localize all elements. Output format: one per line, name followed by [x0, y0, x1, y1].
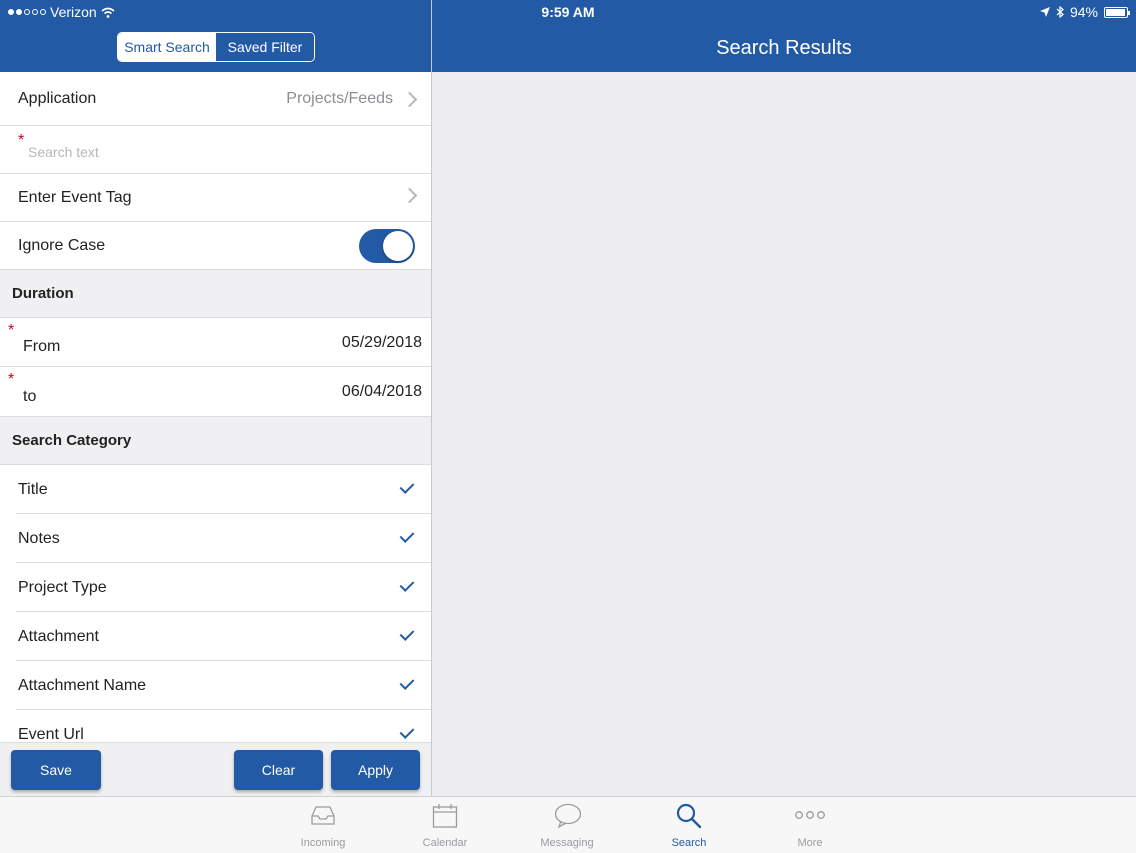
battery-percent: 94%: [1069, 4, 1098, 20]
chevron-right-icon: [401, 187, 418, 204]
from-label: From: [23, 338, 61, 355]
status-bar-right: 94%: [1039, 4, 1130, 20]
category-label: Project Type: [18, 578, 107, 596]
left-navbar: Smart Search Saved Filter: [0, 24, 431, 72]
application-value: Projects/Feeds: [286, 89, 393, 107]
category-label: Attachment: [18, 627, 99, 645]
checkmark-icon: [399, 675, 415, 690]
category-label: Attachment Name: [18, 676, 147, 694]
tab-label: Calendar: [422, 837, 468, 849]
category-label: Event Url: [18, 725, 84, 743]
category-row-project-type[interactable]: Project Type: [0, 563, 431, 612]
chevron-right-icon: [401, 91, 418, 108]
checkmark-icon: [399, 724, 415, 739]
application-label: Application: [18, 89, 97, 107]
duration-section-header: Duration: [0, 270, 431, 318]
inbox-icon: [311, 806, 335, 825]
search-category-title: Search Category: [12, 432, 132, 449]
category-row-title[interactable]: Title: [0, 465, 431, 514]
checkmark-icon: [399, 528, 415, 543]
tab-label: Messaging: [540, 837, 594, 849]
tab-more[interactable]: More: [755, 797, 865, 853]
tab-label: Search: [671, 837, 707, 849]
checkmark-icon: [399, 626, 415, 641]
search-text-input[interactable]: Search text: [28, 144, 99, 160]
category-label: Notes: [18, 529, 60, 547]
search-text-row[interactable]: * Search text: [0, 126, 431, 174]
search-category-section-header: Search Category: [0, 417, 431, 465]
more-dots-icon: [795, 811, 825, 819]
segment-smart-search[interactable]: Smart Search: [118, 33, 216, 61]
category-label: Title: [18, 480, 48, 498]
battery-icon: [1104, 6, 1130, 18]
ignore-case-label: Ignore Case: [18, 236, 106, 254]
to-date-row[interactable]: * to 06/04/2018: [0, 367, 431, 417]
event-tag-label: Enter Event Tag: [18, 188, 132, 206]
ignore-case-toggle[interactable]: [359, 229, 415, 263]
status-bar-left: Verizon: [8, 4, 115, 20]
segment-saved-filter[interactable]: Saved Filter: [216, 33, 314, 61]
search-form: Application Projects/Feeds * Search text…: [0, 72, 431, 744]
bluetooth-icon: [1056, 6, 1064, 18]
save-button[interactable]: Save: [11, 750, 101, 790]
ignore-case-row: Ignore Case: [0, 222, 431, 270]
tab-messaging[interactable]: Messaging: [512, 797, 622, 853]
category-row-attachment[interactable]: Attachment: [0, 612, 431, 661]
checkmark-icon: [399, 479, 415, 494]
tab-bar: Incoming Calendar Messaging Search More: [0, 796, 1136, 853]
category-row-notes[interactable]: Notes: [0, 514, 431, 563]
search-icon: [676, 803, 702, 829]
wifi-icon: [101, 7, 115, 18]
required-asterisk-icon: *: [8, 371, 15, 388]
tab-incoming[interactable]: Incoming: [268, 797, 378, 853]
required-asterisk-icon: *: [8, 322, 15, 339]
to-date-value: 06/04/2018: [341, 383, 422, 400]
status-time: 9:59 AM: [541, 4, 595, 20]
event-tag-row[interactable]: Enter Event Tag: [0, 174, 431, 222]
carrier-name: Verizon: [50, 4, 97, 20]
from-date-value: 05/29/2018: [341, 334, 422, 351]
to-label: to: [23, 387, 37, 405]
page-title: Search Results: [432, 24, 1136, 72]
chat-bubble-icon: [554, 803, 582, 829]
form-action-bar: Save Clear Apply: [0, 742, 431, 797]
tab-label: More: [797, 837, 823, 849]
tab-calendar[interactable]: Calendar: [390, 797, 500, 853]
search-results-area: [432, 72, 1136, 796]
duration-title: Duration: [12, 285, 74, 302]
required-asterisk-icon: *: [18, 132, 25, 149]
status-bar: Verizon 9:59 AM 94%: [0, 0, 1136, 24]
from-date-row[interactable]: * From 05/29/2018: [0, 318, 431, 367]
clear-button[interactable]: Clear: [234, 750, 323, 790]
category-row-event-url[interactable]: Event Url: [0, 710, 431, 744]
category-row-attachment-name[interactable]: Attachment Name: [0, 661, 431, 710]
location-arrow-icon: [1039, 7, 1050, 17]
signal-strength-icon: [8, 9, 46, 15]
tab-label: Incoming: [300, 837, 346, 849]
apply-button[interactable]: Apply: [331, 750, 420, 790]
calendar-icon: [432, 804, 458, 828]
tab-search[interactable]: Search: [634, 797, 744, 853]
application-row[interactable]: Application Projects/Feeds: [0, 72, 431, 126]
search-mode-segmented-control: Smart Search Saved Filter: [117, 32, 315, 62]
checkmark-icon: [399, 577, 415, 592]
